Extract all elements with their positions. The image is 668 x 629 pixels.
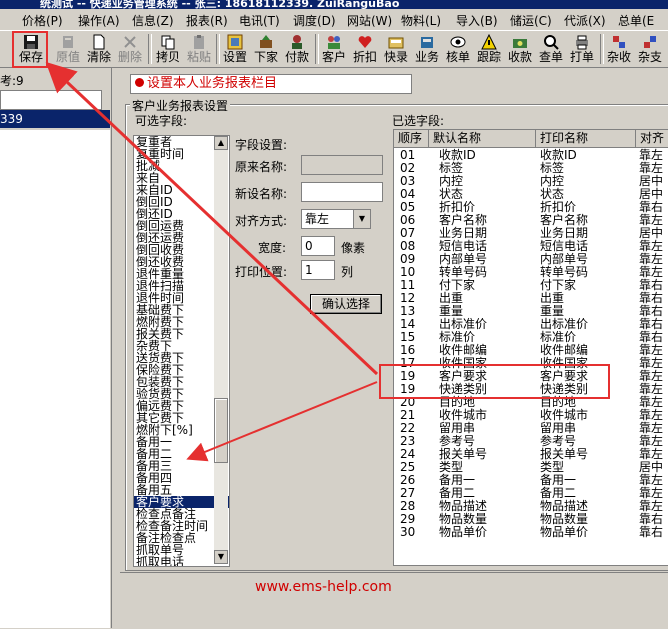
annotation-arrows xyxy=(45,61,379,462)
arrow-to-available-item-icon xyxy=(186,381,378,462)
arrow-to-save-icon xyxy=(45,61,379,376)
